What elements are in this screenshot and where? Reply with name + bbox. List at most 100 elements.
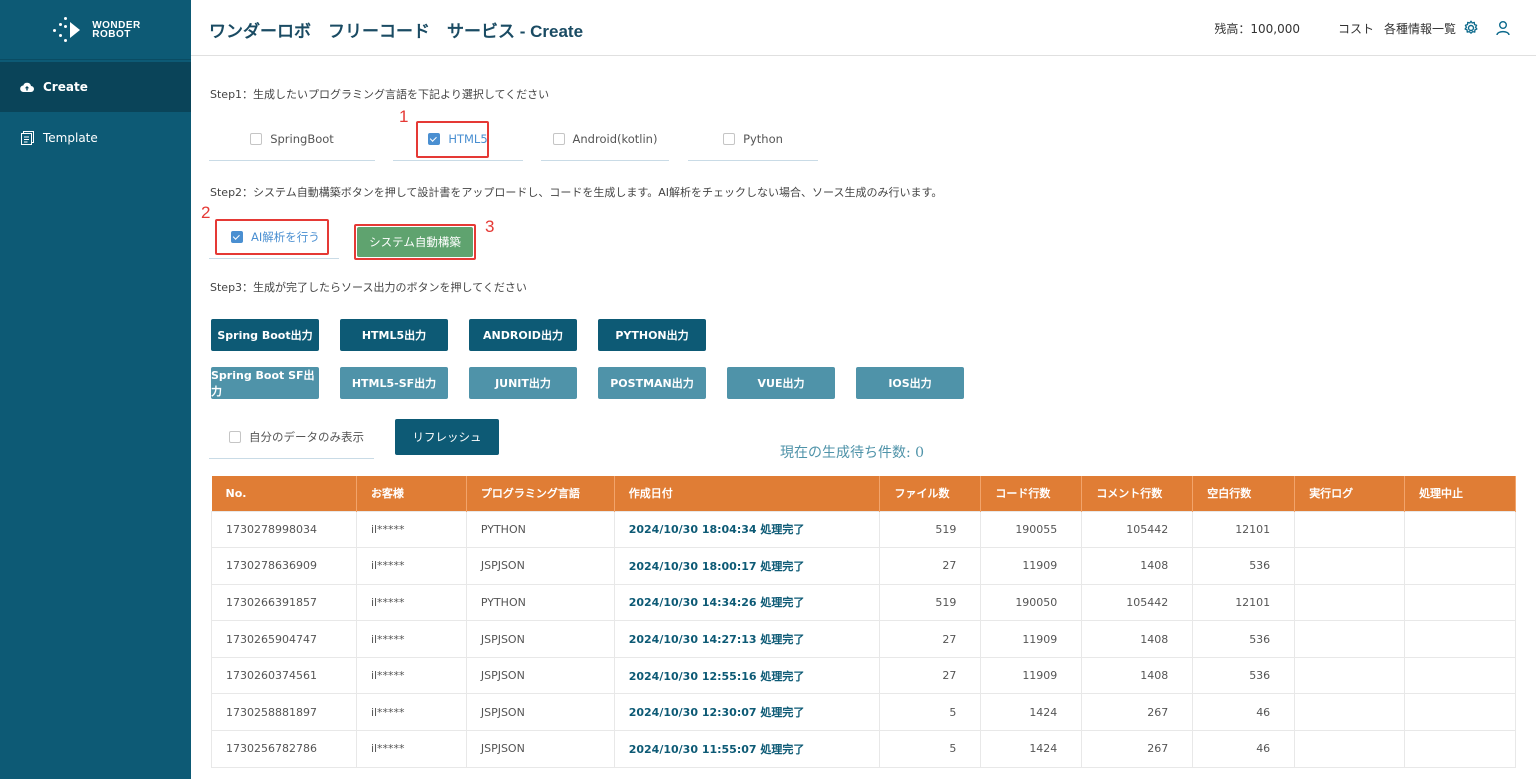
user-icon[interactable]: [1494, 19, 1512, 37]
cell-abort: [1404, 547, 1516, 585]
cell-date-link[interactable]: 2024/10/30 11:55:07 処理完了: [613, 730, 881, 768]
postman-output-button[interactable]: POSTMAN出力: [598, 367, 706, 399]
junit-output-button[interactable]: JUNIT出力: [469, 367, 577, 399]
cell-blank: 12101: [1192, 583, 1296, 622]
cell-lang: PYTHON: [465, 510, 615, 549]
annotation-box-2: [215, 219, 329, 255]
logo-mark-icon: [50, 15, 86, 45]
cell-code: 11909: [980, 547, 1083, 585]
cell-lang: JSPJSON: [465, 620, 615, 658]
col-header: 空白行数: [1192, 476, 1296, 511]
cell-abort: [1404, 656, 1516, 695]
step3-label: Step3：生成が完了したらソース出力のボタンを押してください: [210, 281, 527, 294]
info-list-link[interactable]: 各種情報一覧: [1384, 20, 1456, 37]
table-row[interactable]: 1730260374561 il***** JSPJSON 2024/10/30…: [211, 656, 1516, 695]
cell-customer: il*****: [355, 656, 467, 695]
cell-date-link[interactable]: 2024/10/30 14:27:13 処理完了: [613, 620, 881, 658]
vue-output-button[interactable]: VUE出力: [727, 367, 835, 399]
table-row[interactable]: 1730278998034 il***** PYTHON 2024/10/30 …: [211, 510, 1516, 549]
cell-comment: 1408: [1081, 620, 1194, 658]
template-icon: [20, 131, 34, 145]
cell-blank: 46: [1192, 730, 1296, 768]
cell-no: 1730265904747: [211, 620, 357, 658]
cell-files: 519: [879, 510, 982, 549]
checkbox[interactable]: [552, 132, 565, 145]
table-row[interactable]: 1730256782786 il***** JSPJSON 2024/10/30…: [211, 730, 1516, 768]
annotation-number-1: 1: [399, 107, 409, 126]
cost-link[interactable]: コスト: [1338, 20, 1374, 37]
cell-comment: 267: [1081, 693, 1194, 732]
sidebar-item-template[interactable]: Template: [0, 113, 191, 163]
html5-sf-output-button[interactable]: HTML5-SF出力: [340, 367, 448, 399]
python-output-button[interactable]: PYTHON出力: [598, 319, 706, 351]
cell-log: [1294, 547, 1406, 585]
ios-output-button[interactable]: IOS出力: [856, 367, 964, 399]
cell-comment: 1408: [1081, 656, 1194, 695]
cell-code: 190050: [980, 583, 1083, 622]
cell-customer: il*****: [355, 693, 467, 732]
cell-blank: 12101: [1192, 510, 1296, 549]
cell-comment: 267: [1081, 730, 1194, 768]
springboot-output-button[interactable]: Spring Boot出力: [211, 319, 319, 351]
table-row[interactable]: 1730266391857 il***** PYTHON 2024/10/30 …: [211, 583, 1516, 622]
lang-option-python[interactable]: Python: [688, 117, 818, 161]
android-output-button[interactable]: ANDROID出力: [469, 319, 577, 351]
cell-abort: [1404, 510, 1516, 549]
gear-icon[interactable]: [1462, 19, 1480, 37]
cell-date-link[interactable]: 2024/10/30 18:04:34 処理完了: [613, 510, 881, 549]
sidebar-item-label: Create: [43, 80, 88, 94]
lang-option-springboot[interactable]: SpringBoot: [209, 117, 375, 161]
springboot-sf-output-button[interactable]: Spring Boot SF出力: [211, 367, 319, 399]
cell-lang: PYTHON: [465, 583, 615, 622]
cell-customer: il*****: [355, 730, 467, 768]
cell-code: 1424: [980, 730, 1083, 768]
col-header: 処理中止: [1404, 476, 1516, 511]
annotation-box-1: [416, 121, 489, 158]
cell-blank: 536: [1192, 656, 1296, 695]
table-row[interactable]: 1730258881897 il***** JSPJSON 2024/10/30…: [211, 693, 1516, 732]
sidebar-item-create[interactable]: Create: [0, 62, 191, 112]
table-header-row: No. お客様 プログラミング言語 作成日付 ファイル数 コード行数 コメント行…: [211, 476, 1516, 511]
cell-abort: [1404, 583, 1516, 622]
html5-output-button[interactable]: HTML5出力: [340, 319, 448, 351]
cell-log: [1294, 693, 1406, 732]
cell-log: [1294, 510, 1406, 549]
cell-files: 27: [879, 620, 982, 658]
cell-log: [1294, 620, 1406, 658]
table-row[interactable]: 1730265904747 il***** JSPJSON 2024/10/30…: [211, 620, 1516, 658]
cloud-upload-icon: [20, 80, 34, 94]
cell-customer: il*****: [355, 583, 467, 622]
lang-option-android[interactable]: Android(kotlin): [541, 117, 669, 161]
cell-lang: JSPJSON: [465, 693, 615, 732]
app-root: WONDER ROBOT Create Template ワンダーロボ フリーコ…: [0, 0, 1536, 779]
cell-comment: 105442: [1081, 510, 1194, 549]
cell-date-link[interactable]: 2024/10/30 12:55:16 処理完了: [613, 656, 881, 695]
sidebar-item-label: Template: [43, 131, 98, 145]
cell-comment: 105442: [1081, 583, 1194, 622]
checkbox[interactable]: [250, 132, 263, 145]
cell-files: 27: [879, 547, 982, 585]
cell-date-link[interactable]: 2024/10/30 18:00:17 処理完了: [613, 547, 881, 585]
checkbox[interactable]: [723, 132, 736, 145]
table-row[interactable]: 1730278636909 il***** JSPJSON 2024/10/30…: [211, 547, 1516, 585]
cell-log: [1294, 583, 1406, 622]
annotation-number-3: 3: [485, 217, 495, 236]
col-header: お客様: [356, 476, 467, 511]
own-data-only-option[interactable]: 自分のデータのみ表示: [209, 415, 374, 459]
cell-no: 1730266391857: [211, 583, 357, 622]
col-header: ファイル数: [879, 476, 982, 511]
cell-blank: 536: [1192, 547, 1296, 585]
balance-text: 残高：100,000: [1214, 21, 1300, 36]
cell-customer: il*****: [355, 620, 467, 658]
cell-abort: [1404, 730, 1516, 768]
cell-lang: JSPJSON: [465, 547, 615, 585]
annotation-box-3: [354, 224, 476, 260]
cell-date-link[interactable]: 2024/10/30 14:34:26 処理完了: [613, 583, 881, 622]
cell-date-link[interactable]: 2024/10/30 12:30:07 処理完了: [613, 693, 881, 732]
refresh-button[interactable]: リフレッシュ: [395, 419, 499, 455]
col-header: 実行ログ: [1294, 476, 1406, 511]
cell-code: 11909: [980, 656, 1083, 695]
checkbox[interactable]: [229, 430, 241, 443]
logo: WONDER ROBOT: [0, 0, 191, 60]
logo-line-2: ROBOT: [92, 28, 131, 40]
